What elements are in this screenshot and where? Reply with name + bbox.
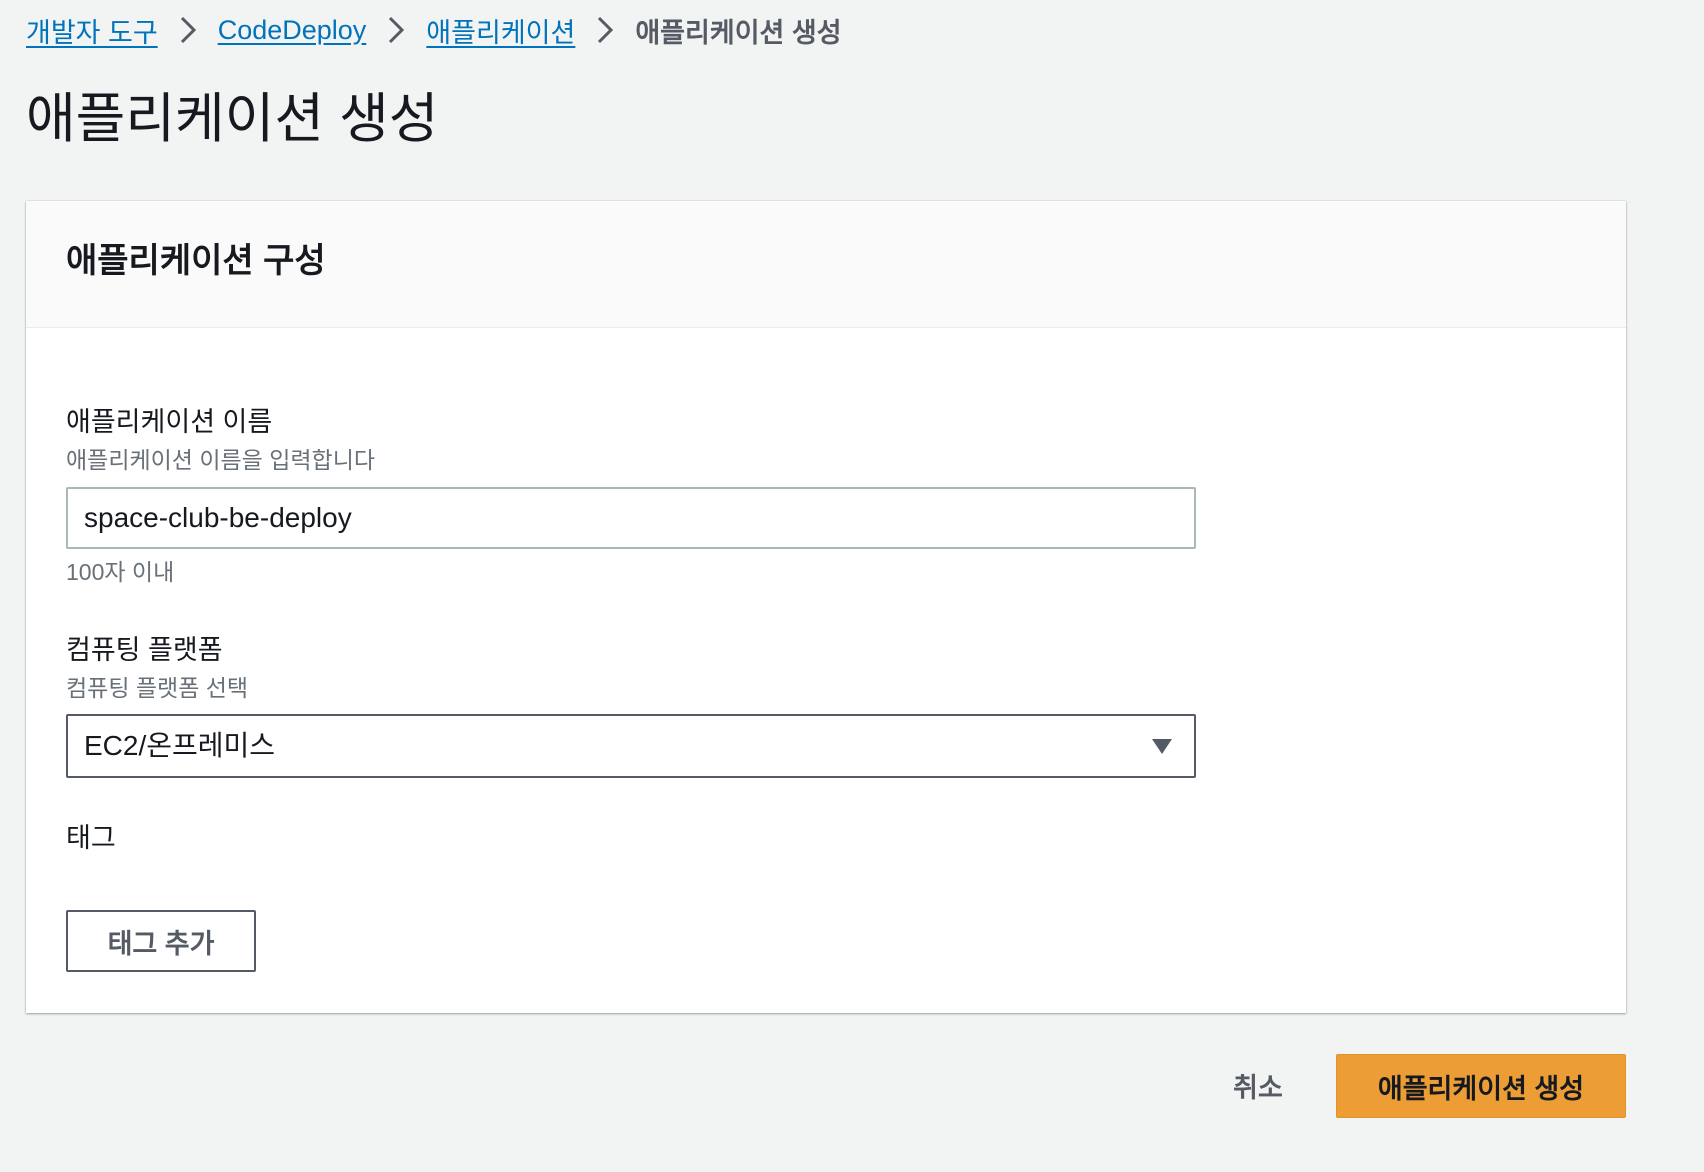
tags-label: 태그 [66, 823, 116, 853]
compute-platform-label: 컴퓨팅 플랫폼 [66, 635, 223, 665]
chevron-right-icon [575, 12, 635, 48]
app-name-description: 애플리케이션 이름을 입력합니다 [66, 447, 376, 473]
create-application-button[interactable]: 애플리케이션 생성 [1336, 1054, 1626, 1118]
chevron-right-icon [366, 12, 426, 48]
add-tag-button[interactable]: 태그 추가 [66, 910, 256, 972]
panel-title: 애플리케이션 구성 [66, 242, 326, 280]
breadcrumb: 개발자 도구 CodeDeploy 애플리케이션 애플리케이션 생성 [26, 12, 842, 48]
compute-platform-select[interactable]: EC2/온프레미스 [66, 714, 1196, 778]
cancel-button[interactable]: 취소 [1208, 1054, 1308, 1116]
caret-down-icon [1150, 734, 1174, 758]
breadcrumb-link-applications[interactable]: 애플리케이션 [426, 11, 575, 50]
compute-platform-selected-value: EC2/온프레미스 [84, 730, 276, 761]
page-title: 애플리케이션 생성 [26, 89, 439, 149]
compute-platform-description: 컴퓨팅 플랫폼 선택 [66, 675, 249, 701]
app-name-label: 애플리케이션 이름 [66, 407, 273, 437]
breadcrumb-link-developer-tools[interactable]: 개발자 도구 [26, 11, 158, 50]
panel-header: 애플리케이션 구성 [26, 201, 1626, 328]
application-config-panel: 애플리케이션 구성 애플리케이션 이름 애플리케이션 이름을 입력합니다 100… [26, 201, 1626, 1013]
breadcrumb-link-codedeploy[interactable]: CodeDeploy [218, 15, 367, 46]
app-name-input[interactable] [66, 487, 1196, 549]
app-name-constraint: 100자 이내 [66, 559, 175, 585]
breadcrumb-current: 애플리케이션 생성 [635, 17, 842, 48]
chevron-right-icon [158, 12, 218, 48]
